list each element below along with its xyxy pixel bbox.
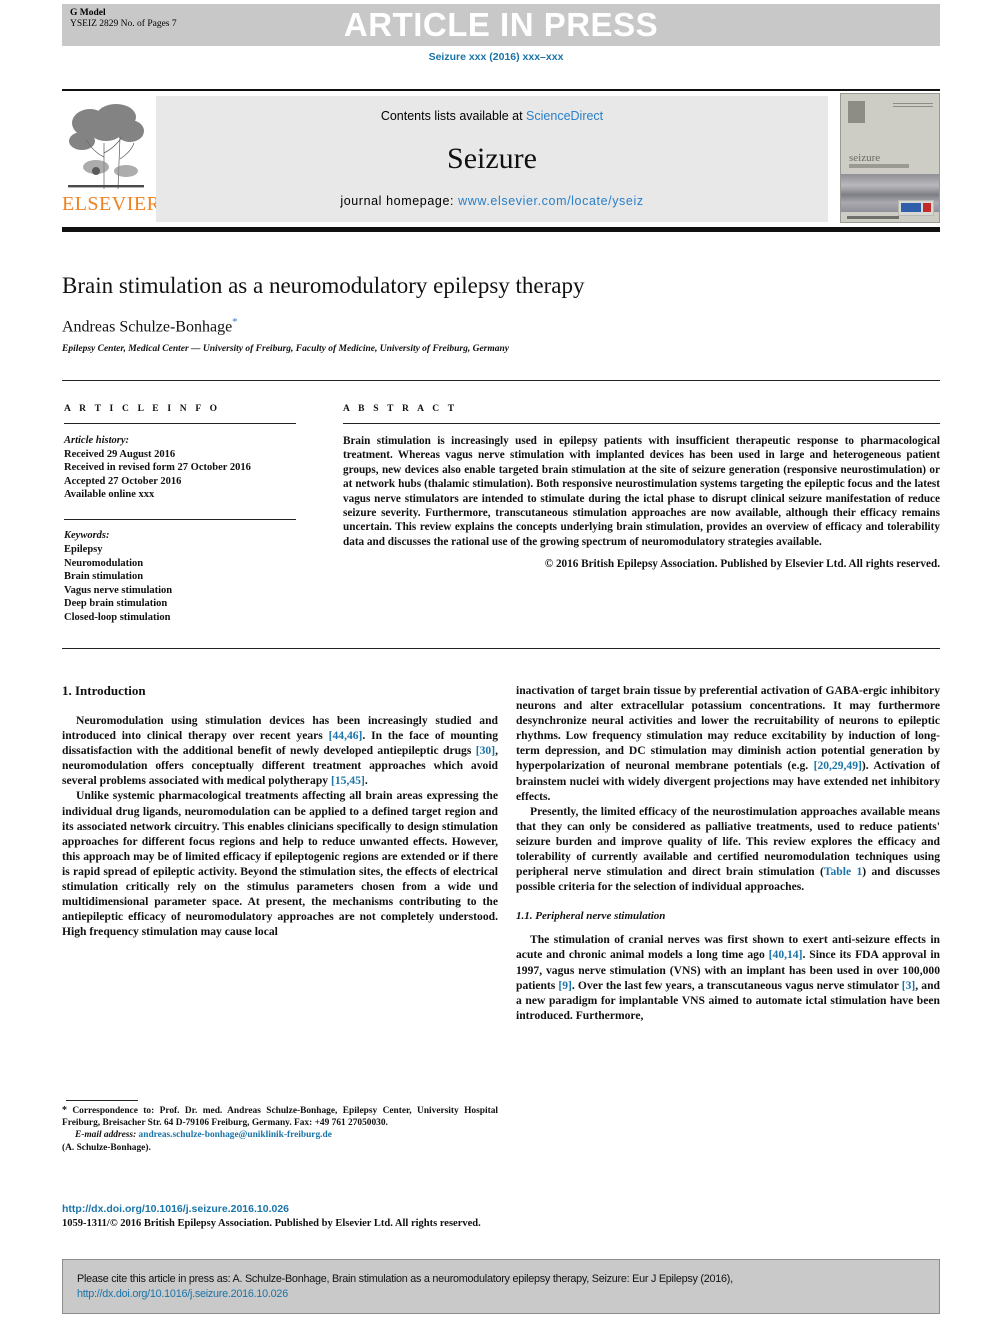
info-section-top-rule: [62, 380, 940, 381]
subsection-heading-peripheral-nerve-stimulation: 1.1. Peripheral nerve stimulation: [516, 910, 666, 923]
text-run: . Over the last few years, a transcutane…: [571, 978, 902, 992]
abstract-heading: A B S T R A C T: [343, 404, 458, 414]
abstract-text: Brain stimulation is increasingly used i…: [343, 435, 940, 548]
keywords-list: Keywords: Epilepsy Neuromodulation Brain…: [64, 529, 304, 624]
keyword-item: Brain stimulation: [64, 571, 144, 583]
citation-reference[interactable]: [15,45]: [331, 774, 365, 787]
email-line: E-mail address: andreas.schulze-bonhage@…: [62, 1129, 498, 1141]
cite-this-article-box: Please cite this article in press as: A.…: [62, 1259, 940, 1314]
page-title: Brain stimulation as a neuromodulatory e…: [62, 273, 585, 298]
journal-cover-thumbnail: seizure: [840, 93, 940, 223]
journal-reference: Seizure xxx (2016) xxx–xxx: [428, 51, 564, 63]
cite-text-wrapper: Please cite this article in press as: A.…: [77, 1272, 925, 1302]
citation-reference[interactable]: Table 1: [824, 865, 862, 878]
keywords-label: Keywords:: [64, 530, 110, 542]
history-accepted: Accepted 27 October 2016: [64, 475, 182, 487]
elsevier-tree-icon: [66, 97, 146, 193]
doi-link[interactable]: http://dx.doi.org/10.1016/j.seizure.2016…: [62, 1203, 289, 1215]
cover-subtitle-bar: [849, 164, 909, 168]
citation-reference[interactable]: [44,46]: [329, 729, 363, 742]
article-in-press-label: ARTICLE IN PRESS: [343, 6, 659, 43]
article-info-column: A R T I C L E I N F O Article history: R…: [64, 404, 304, 625]
keyword-item: Epilepsy: [64, 544, 103, 556]
citation-reference[interactable]: [30]: [476, 744, 495, 757]
g-model-label: G Model: [70, 8, 106, 18]
cover-top-text-lines: [893, 101, 933, 109]
article-in-press-banner: ARTICLE IN PRESS: [62, 4, 940, 46]
cover-image-block: [848, 101, 865, 123]
masthead-top-rule: [62, 89, 940, 91]
cover-bottom-line: [847, 216, 899, 219]
citation-reference[interactable]: [20,29,49]: [814, 759, 862, 772]
abstract-column: A B S T R A C T Brain stimulation is inc…: [343, 404, 940, 570]
journal-homepage-line: journal homepage: www.elsevier.com/locat…: [156, 194, 828, 208]
elsevier-tree-svg: [68, 104, 144, 190]
footnote-rule: [66, 1100, 138, 1101]
correspondence-text: Correspondence to: Prof. Dr. med. Andrea…: [62, 1106, 498, 1129]
email-owner: (A. Schulze-Bonhage).: [62, 1142, 151, 1153]
abstract-copyright: © 2016 British Epilepsy Association. Pub…: [544, 558, 940, 571]
masthead-bottom-rule: [62, 227, 940, 232]
elsevier-wordmark: ELSEVIER: [62, 193, 161, 215]
affiliation: Epilepsy Center, Medical Center — Univer…: [62, 344, 510, 354]
contents-line: Contents lists available at ScienceDirec…: [156, 109, 828, 123]
homepage-url[interactable]: www.elsevier.com/locate/yseiz: [458, 194, 644, 208]
citation-reference[interactable]: [3]: [902, 979, 916, 992]
article-info-rule: [64, 423, 296, 424]
email-label: E-mail address:: [75, 1130, 139, 1141]
abstract-rule: [343, 423, 940, 424]
email-link[interactable]: andreas.schulze-bonhage@uniklinik-freibu…: [139, 1130, 332, 1140]
text-run: .: [364, 774, 368, 788]
cover-publisher-badge: [898, 200, 934, 216]
history-online: Available online xxx: [64, 489, 155, 501]
article-info-heading: A R T I C L E I N F O: [64, 404, 221, 414]
sciencedirect-block: Contents lists available at ScienceDirec…: [156, 96, 828, 222]
author-name: Andreas Schulze-Bonhage: [62, 318, 233, 336]
article-history: Article history: Received 29 August 2016…: [64, 434, 304, 502]
keywords-rule: [64, 518, 296, 521]
body-column-right: inactivation of target brain tissue by p…: [516, 683, 940, 1023]
paragraph: The stimulation of cranial nerves was fi…: [516, 932, 940, 1023]
keyword-item: Neuromodulation: [64, 557, 144, 569]
corresponding-author-marker[interactable]: *: [232, 316, 238, 328]
citation-reference[interactable]: [9]: [558, 979, 572, 992]
contents-prefix: Contents lists available at: [380, 109, 527, 123]
manuscript-id: YSEIZ 2829 No. of Pages 7: [70, 19, 177, 29]
author-list: Andreas Schulze-Bonhage*: [62, 316, 238, 336]
keyword-item: Closed-loop stimulation: [64, 612, 171, 624]
article-history-label: Article history:: [64, 435, 130, 446]
citation-reference[interactable]: [40,14]: [769, 948, 803, 961]
history-received: Received 29 August 2016: [64, 448, 176, 460]
g-model-info: G Model YSEIZ 2829 No. of Pages 7: [70, 8, 177, 30]
keyword-item: Deep brain stimulation: [64, 598, 168, 610]
homepage-label: journal homepage:: [340, 194, 459, 208]
paragraph: Presently, the limited efficacy of the n…: [516, 804, 940, 895]
journal-title: Seizure: [447, 142, 537, 175]
cover-journal-name: seizure: [849, 152, 881, 164]
cite-doi-link[interactable]: http://dx.doi.org/10.1016/j.seizure.2016…: [77, 1287, 925, 1302]
elsevier-logo: ELSEVIER: [62, 93, 161, 225]
issn-copyright: 1059-1311/© 2016 British Epilepsy Associ…: [62, 1218, 481, 1229]
info-section-bottom-rule: [62, 648, 940, 649]
paragraph: inactivation of target brain tissue by p…: [516, 683, 940, 804]
paragraph: Neuromodulation using stimulation device…: [62, 713, 498, 788]
keyword-item: Vagus nerve stimulation: [64, 584, 173, 596]
history-revised: Received in revised form 27 October 2016: [64, 462, 251, 474]
section-heading-introduction: 1. Introduction: [62, 683, 146, 698]
text-run: Unlike systemic pharmacological treatmen…: [62, 789, 498, 939]
journal-masthead: ELSEVIER Contents lists available at Sci…: [62, 93, 940, 225]
correspondence-footnote: * Correspondence to: Prof. Dr. med. Andr…: [62, 1105, 498, 1154]
article-page: ARTICLE IN PRESS G Model YSEIZ 2829 No. …: [0, 0, 992, 1323]
paragraph: Unlike systemic pharmacological treatmen…: [62, 788, 498, 939]
sciencedirect-link[interactable]: ScienceDirect: [526, 109, 603, 123]
cite-text: Please cite this article in press as: A.…: [77, 1273, 733, 1285]
body-column-left: 1. Introduction Neuromodulation using st…: [62, 683, 498, 939]
